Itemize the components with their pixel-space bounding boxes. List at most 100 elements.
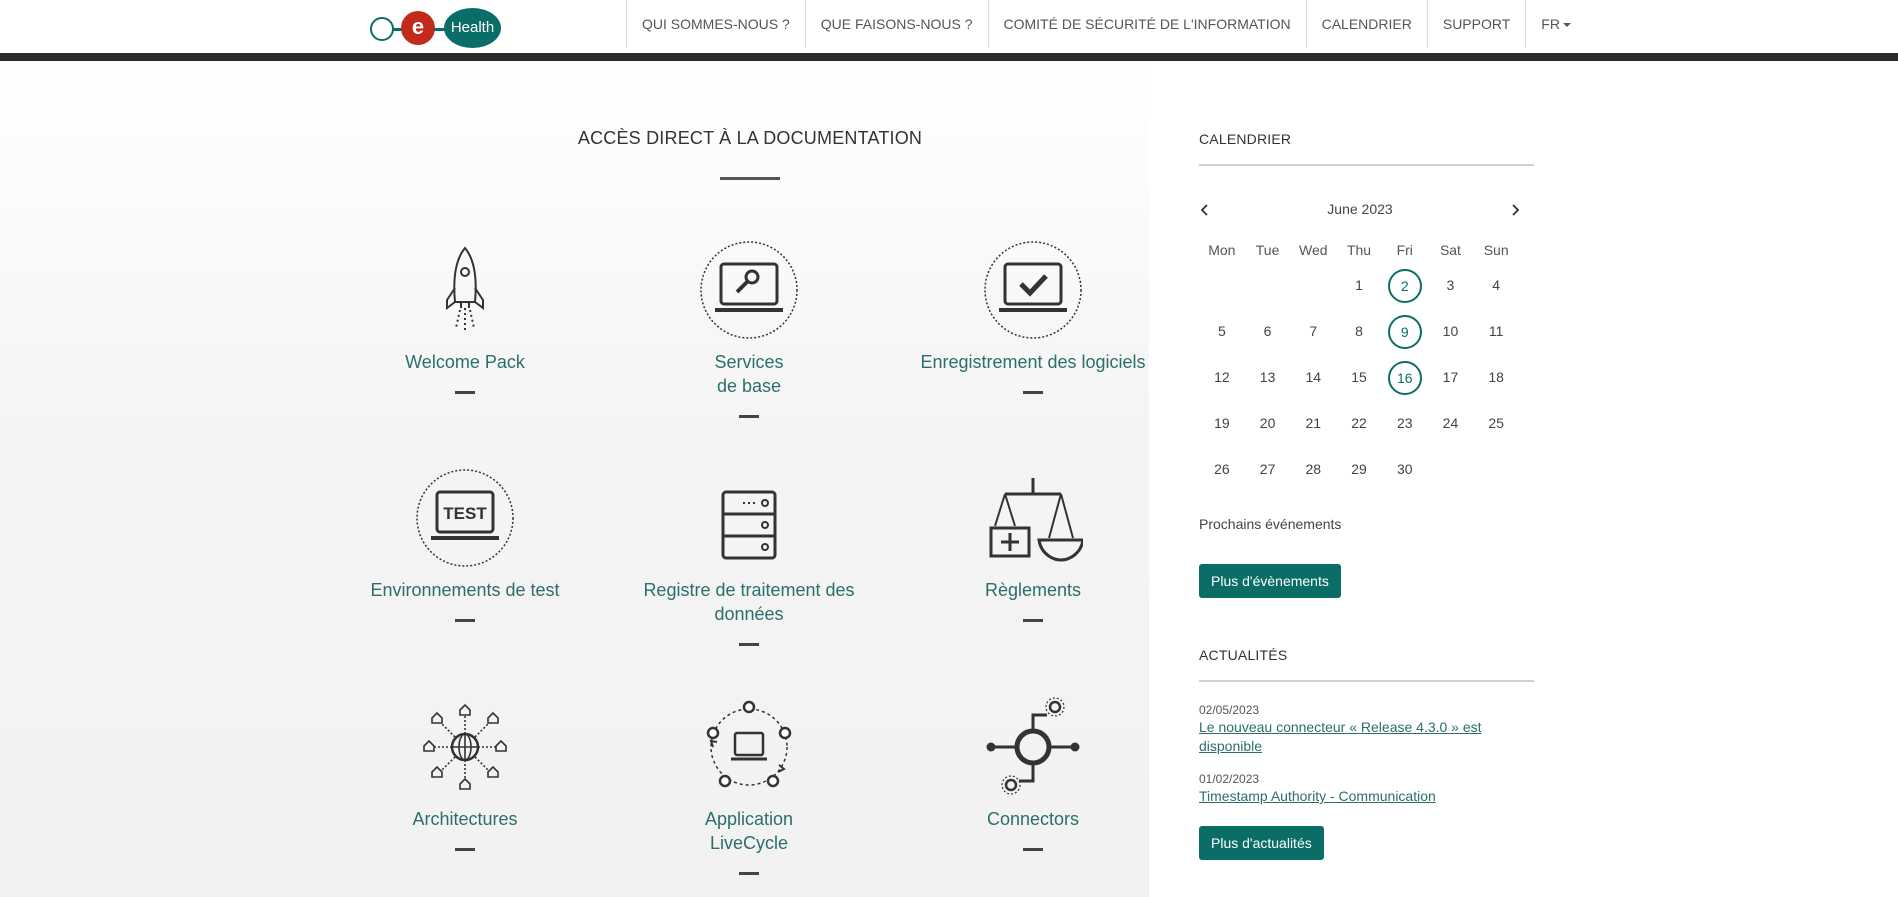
calendar-day[interactable]: 14	[1290, 361, 1336, 393]
rocket-icon	[415, 240, 515, 340]
header-bar	[0, 53, 1898, 61]
nav-support[interactable]: SUPPORT	[1426, 0, 1525, 48]
calendar-day[interactable]: 30	[1382, 453, 1428, 485]
tile-dash	[455, 619, 475, 622]
caret-down-icon	[1562, 23, 1571, 28]
server-icon	[699, 468, 799, 568]
calendar-day[interactable]: 21	[1290, 407, 1336, 439]
calendar-day[interactable]: 8	[1336, 315, 1382, 347]
calendar-day-number: 9	[1387, 315, 1422, 349]
tile-label: Connectors	[986, 809, 1080, 829]
tile-label: Architectures	[412, 809, 518, 829]
logo-e: e	[401, 11, 435, 45]
tile-label: Environnements de test	[370, 580, 560, 600]
nav-comite-securite[interactable]: COMITÉ DE SÉCURITÉ DE L'INFORMATION	[987, 0, 1306, 48]
calendar-day[interactable]: 12	[1199, 361, 1245, 393]
calendar-day[interactable]: 1	[1336, 269, 1382, 301]
calendar-event-day[interactable]: 16	[1382, 361, 1428, 395]
tile-label: Règlements	[984, 580, 1082, 600]
upcoming-events-label: Prochains événements	[1199, 516, 1342, 532]
title-underline	[720, 177, 780, 180]
calendar-day[interactable]: 22	[1336, 407, 1382, 439]
tile-dash	[455, 391, 475, 394]
weekday-label: Thu	[1346, 242, 1372, 258]
site-header: e Health QUI SOMMES-NOUS ? QUE FAISONS-N…	[0, 0, 1898, 53]
weekday-label: Fri	[1396, 242, 1413, 258]
calendar-day[interactable]: 29	[1336, 453, 1382, 485]
calendar-day[interactable]: 6	[1245, 315, 1291, 347]
tile-label: Welcome Pack	[405, 352, 525, 372]
calendar-empty-cell	[1199, 269, 1245, 301]
news-link[interactable]: Le nouveau connecteur « Release 4.3.0 » …	[1199, 718, 1499, 756]
tile-dash	[1023, 619, 1043, 622]
news-date: 02/05/2023	[1199, 703, 1260, 717]
test-icon-text: TEST	[443, 504, 487, 523]
calendar-week-row: 12 13 14 15 16 17 18	[1199, 354, 1519, 400]
more-news-button[interactable]: Plus d'actualités	[1199, 826, 1324, 860]
weekday-label: Wed	[1299, 242, 1328, 258]
calendar-day[interactable]: 26	[1199, 453, 1245, 485]
nav-calendrier[interactable]: CALENDRIER	[1305, 0, 1427, 48]
calendar-day[interactable]: 10	[1428, 315, 1474, 347]
calendar-day[interactable]: 24	[1428, 407, 1474, 439]
tile-label-line1: Registre de traitement des	[643, 580, 855, 600]
calendar-empty-cell	[1245, 269, 1291, 301]
calendar-day[interactable]: 3	[1428, 269, 1474, 301]
logo-ring-icon	[370, 17, 394, 41]
calendar-weeks: 1 2 3 4 5 6 7 8 9 10 11 12 13 14 15 16 17 18 19 20 21 22 23 24 2…	[1199, 262, 1519, 492]
nav-qui-sommes-nous[interactable]: QUI SOMMES-NOUS ?	[626, 0, 805, 48]
calendar-day[interactable]: 7	[1290, 315, 1336, 347]
calendar-day-number: 2	[1387, 269, 1422, 303]
calendar-day[interactable]: 4	[1473, 269, 1519, 301]
calendar-empty-cell	[1473, 453, 1519, 485]
weekday-label: Sun	[1483, 242, 1509, 258]
calendar-grid: Mon Tue Wed Thu Fri Sat Sun 1 2 3 4 5 6 7 8 9 10 1…	[1199, 238, 1519, 492]
calendar-event-day[interactable]: 9	[1382, 315, 1428, 349]
calendar-week-row: 5 6 7 8 9 10 11	[1199, 308, 1519, 354]
calendar-day[interactable]: 13	[1245, 361, 1291, 393]
laptop-check-icon	[983, 240, 1083, 340]
more-events-button[interactable]: Plus d'évènements	[1199, 564, 1341, 598]
tile-label: Enregistrement des logiciels	[920, 352, 1146, 372]
scales-icon	[983, 468, 1085, 568]
calendar-empty-cell	[1290, 269, 1336, 301]
calendar-day[interactable]: 23	[1382, 407, 1428, 439]
calendar-day[interactable]: 5	[1199, 315, 1245, 347]
calendar-day[interactable]: 15	[1336, 361, 1382, 393]
news-heading-rule	[1199, 680, 1534, 682]
language-dropdown[interactable]: FR	[1525, 0, 1586, 48]
main-nav: QUI SOMMES-NOUS ? QUE FAISONS-NOUS ? COM…	[626, 0, 1586, 48]
calendar-day[interactable]: 11	[1473, 315, 1519, 347]
calendar-day-number: 16	[1387, 361, 1422, 395]
calendar-day[interactable]: 17	[1428, 361, 1474, 393]
tile-dash	[455, 848, 475, 851]
tile-dash	[1023, 391, 1043, 394]
lifecycle-icon	[699, 697, 799, 797]
ehealth-logo[interactable]: e Health	[368, 8, 503, 48]
laptop-wrench-icon	[699, 240, 799, 340]
calendar-week-row: 26 27 28 29 30	[1199, 446, 1519, 492]
nav-que-faisons-nous[interactable]: QUE FAISONS-NOUS ?	[804, 0, 988, 48]
news-heading: ACTUALITÉS	[1199, 647, 1288, 663]
weekday-label: Mon	[1208, 242, 1236, 258]
news-date: 01/02/2023	[1199, 772, 1260, 786]
chevron-left-icon[interactable]	[1198, 203, 1212, 217]
news-link[interactable]: Timestamp Authority - Communication	[1199, 787, 1499, 806]
tile-label-line1: Application	[704, 809, 794, 829]
calendar-month: June 2023	[1327, 201, 1393, 217]
chevron-right-icon[interactable]	[1508, 203, 1522, 217]
calendar-empty-cell	[1428, 453, 1474, 485]
calendar-day[interactable]: 25	[1473, 407, 1519, 439]
calendar-day[interactable]: 28	[1290, 453, 1336, 485]
tile-dash	[739, 415, 759, 418]
language-label: FR	[1541, 16, 1560, 32]
calendar-day[interactable]: 19	[1199, 407, 1245, 439]
documentation-area	[0, 61, 1149, 897]
tile-label-line2: données	[714, 604, 784, 624]
calendar-day[interactable]: 18	[1473, 361, 1519, 393]
weekday-label: Sat	[1439, 242, 1461, 258]
calendar-day[interactable]: 27	[1245, 453, 1291, 485]
calendar-day[interactable]: 20	[1245, 407, 1291, 439]
calendar-heading: CALENDRIER	[1199, 131, 1292, 147]
calendar-event-day[interactable]: 2	[1382, 269, 1428, 303]
